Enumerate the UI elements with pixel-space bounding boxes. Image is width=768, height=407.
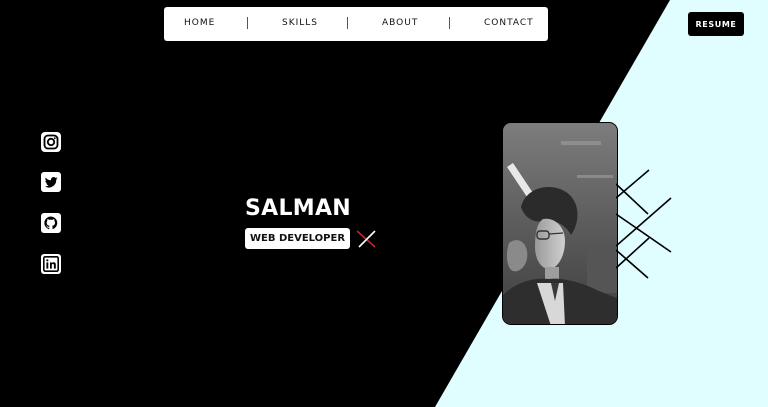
nav-home-link[interactable]: HOME bbox=[184, 18, 215, 28]
instagram-icon bbox=[41, 132, 61, 152]
linkedin-icon bbox=[41, 254, 61, 274]
nav-contact-link[interactable]: CONTACT bbox=[484, 18, 534, 28]
github-icon bbox=[41, 213, 61, 233]
instagram-link[interactable] bbox=[40, 131, 62, 153]
hero-name: SALMAN bbox=[245, 196, 352, 221]
nav-divider bbox=[449, 17, 450, 29]
nav-divider bbox=[247, 17, 248, 29]
top-navigation: HOME SKILLS ABOUT CONTACT bbox=[164, 7, 548, 41]
portfolio-page: HOME SKILLS ABOUT CONTACT RESUME SALMAN … bbox=[0, 0, 768, 407]
github-link[interactable] bbox=[40, 212, 62, 234]
nav-about-link[interactable]: ABOUT bbox=[382, 18, 418, 28]
resume-button[interactable]: RESUME bbox=[688, 12, 744, 36]
nav-skills-link[interactable]: SKILLS bbox=[282, 18, 318, 28]
line-pattern-decoration bbox=[616, 169, 672, 279]
linkedin-link[interactable] bbox=[40, 253, 62, 275]
nav-divider bbox=[347, 17, 348, 29]
profile-photo bbox=[502, 122, 618, 325]
role-badge: WEB DEVELOPER bbox=[245, 228, 351, 249]
twitter-icon bbox=[41, 172, 61, 192]
cross-decoration-icon bbox=[356, 230, 376, 248]
profile-photo-illustration bbox=[503, 123, 617, 324]
twitter-link[interactable] bbox=[40, 171, 62, 193]
